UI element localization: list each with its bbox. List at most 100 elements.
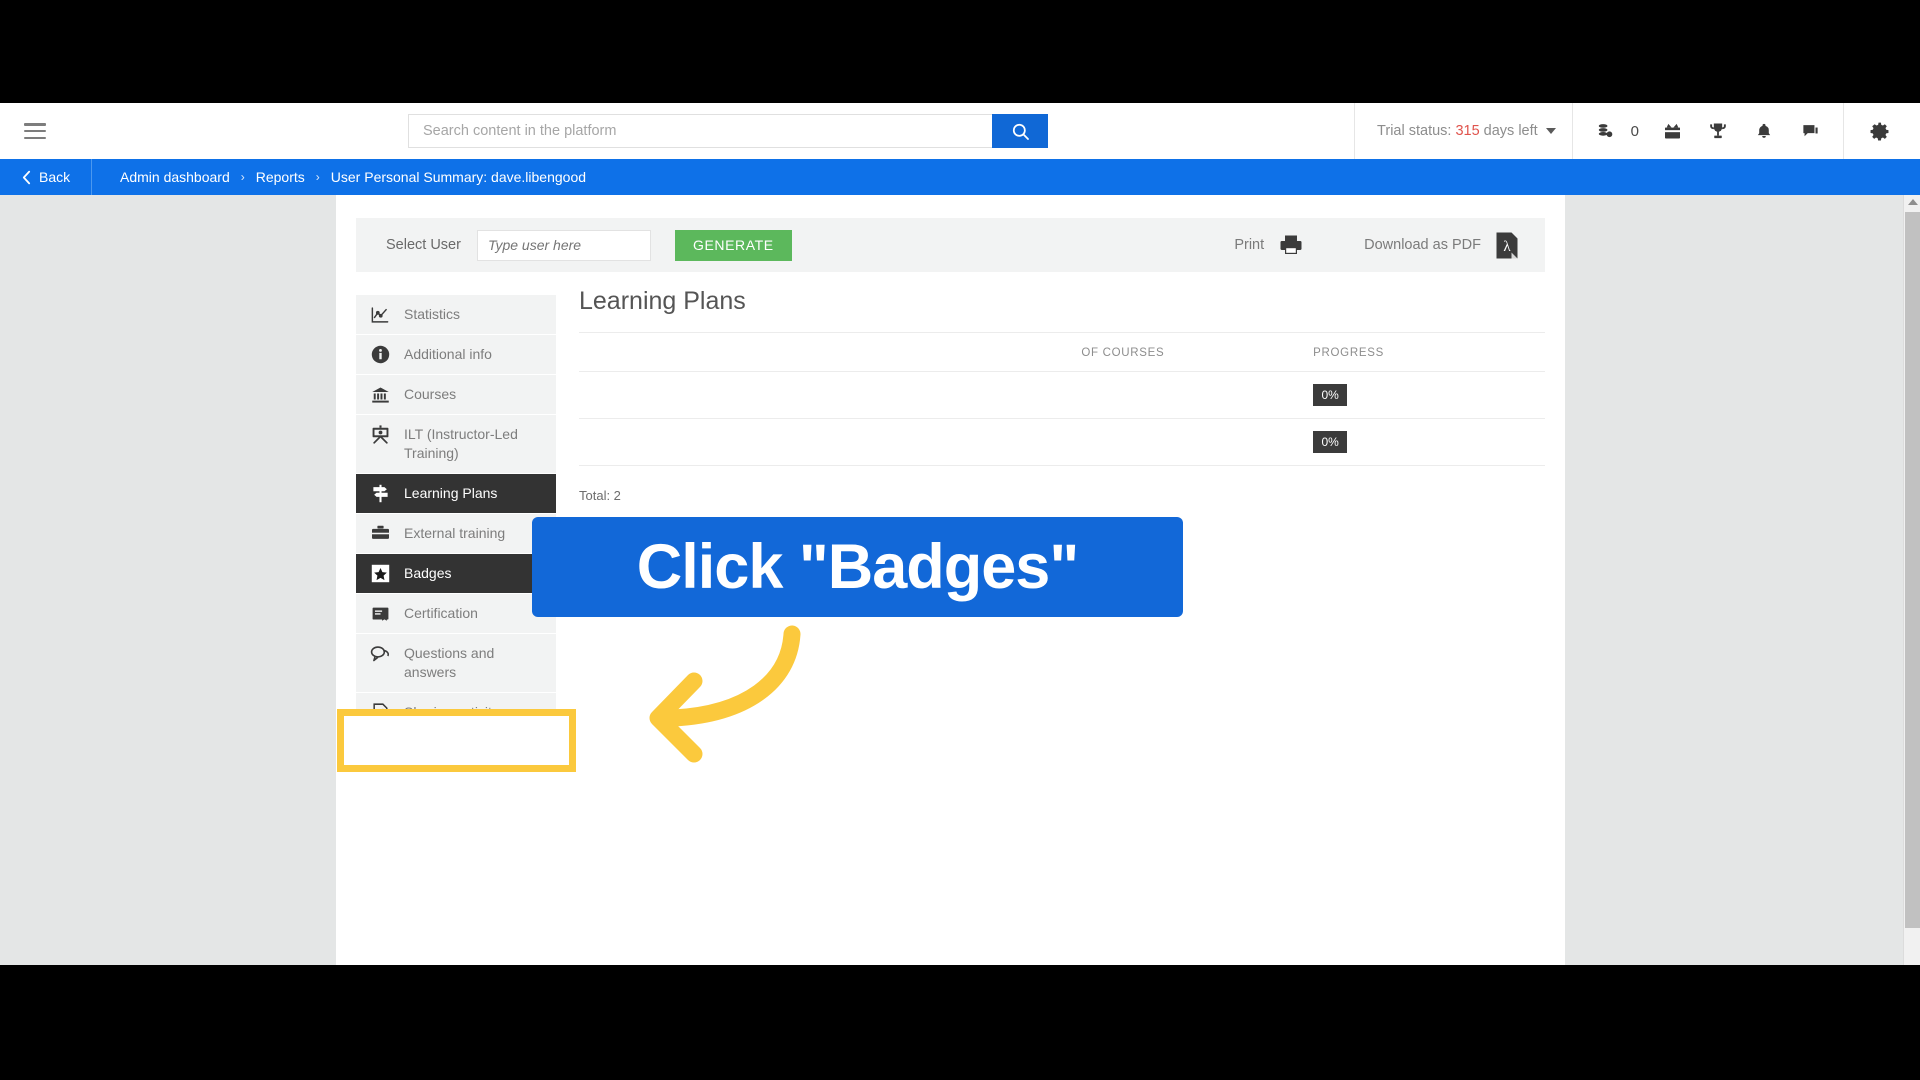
- select-user-label: Select User: [386, 237, 461, 253]
- report-toolbar: Select User GENERATE Print Dow: [356, 218, 1545, 272]
- cell-courses: [1081, 418, 1314, 466]
- settings-group: [1843, 103, 1920, 159]
- chat-icon: [1802, 124, 1818, 136]
- sidebar-item-label: Statistics: [404, 306, 461, 322]
- progress-badge: 0%: [1313, 431, 1348, 453]
- page-scrollbar[interactable]: [1903, 195, 1920, 965]
- calendar-button[interactable]: [1649, 103, 1695, 159]
- projector-icon: [370, 425, 390, 444]
- download-pdf-button[interactable]: Download as PDF λ: [1364, 232, 1519, 259]
- sidebar-item-certification[interactable]: Certification: [356, 594, 556, 634]
- messages-button[interactable]: [1787, 103, 1833, 159]
- print-button[interactable]: Print: [1234, 233, 1304, 257]
- library-icon: [370, 385, 390, 404]
- trial-prefix: Trial status:: [1377, 123, 1452, 139]
- column-header-name[interactable]: [579, 333, 1082, 372]
- sidebar-item-label: Learning Plans: [404, 485, 498, 501]
- search-button[interactable]: [992, 114, 1048, 148]
- back-label: Back: [39, 169, 71, 185]
- table-row[interactable]: 0%: [579, 418, 1545, 466]
- trial-status[interactable]: Trial status: 315 days left: [1354, 103, 1572, 159]
- calendar-icon: [1664, 123, 1680, 139]
- sidebar-item-courses[interactable]: Courses: [356, 375, 556, 415]
- total-count: Total: 2: [579, 488, 621, 503]
- tutorial-callout: Click "Badges": [532, 517, 1183, 617]
- global-search: [408, 114, 1048, 148]
- pdf-file-icon: λ: [1496, 232, 1518, 258]
- scrollbar-thumb[interactable]: [1905, 212, 1920, 928]
- trial-suffix: days left: [1483, 123, 1538, 139]
- breadcrumb-item-reports[interactable]: Reports: [256, 169, 305, 185]
- select-user-input[interactable]: [476, 229, 651, 261]
- letterbox-top: [0, 0, 1920, 103]
- application-viewport: Trial status: 315 days left 0: [0, 103, 1920, 965]
- page-body: Select User GENERATE Print Dow: [0, 195, 1920, 965]
- progress-badge: 0%: [1313, 384, 1348, 406]
- chevron-left-icon: [22, 170, 31, 184]
- print-label: Print: [1234, 237, 1265, 253]
- tutorial-highlight-box: [337, 709, 576, 772]
- trophy-button[interactable]: [1695, 103, 1741, 159]
- printer-icon: [1280, 235, 1302, 254]
- coins-count: 0: [1630, 122, 1639, 140]
- sidebar-item-ilt[interactable]: ILT (Instructor-Led Training): [356, 415, 556, 474]
- page-title: Learning Plans: [579, 287, 1545, 333]
- trial-days-count: 315: [1455, 123, 1480, 139]
- signpost-icon: [370, 484, 390, 503]
- chart-line-icon: [370, 305, 390, 324]
- speech-bubbles-icon: [370, 644, 390, 663]
- sidebar-item-label: Questions and answers: [404, 645, 495, 680]
- certificate-icon: [370, 604, 390, 623]
- star-square-icon: [370, 564, 390, 583]
- scroll-up-arrow-icon[interactable]: [1908, 199, 1918, 205]
- sidebar-item-statistics[interactable]: Statistics: [356, 295, 556, 335]
- column-header-progress[interactable]: PROGRESS: [1313, 333, 1545, 372]
- coins-icon: [1598, 123, 1613, 137]
- notifications-button[interactable]: [1741, 103, 1787, 159]
- sidebar-item-label: Courses: [404, 386, 457, 402]
- learning-plans-table: OF COURSES PROGRESS 0% 0%: [579, 333, 1545, 466]
- svg-text:λ: λ: [1503, 239, 1511, 255]
- cell-courses: [1081, 371, 1314, 419]
- sidebar-item-external-training[interactable]: External training: [356, 514, 556, 554]
- breadcrumb-item-current: User Personal Summary: dave.libengood: [330, 169, 587, 185]
- search-input[interactable]: [408, 114, 992, 148]
- sidebar-item-label: Certification: [404, 605, 478, 621]
- topbar-icon-group: 0: [1571, 103, 1843, 159]
- coins-button[interactable]: [1583, 103, 1629, 159]
- breadcrumb-separator: ›: [315, 170, 320, 184]
- trophy-icon: [1710, 123, 1726, 139]
- briefcase-icon: [370, 524, 390, 543]
- cell-name: [579, 371, 1082, 419]
- sidebar-item-learning-plans[interactable]: Learning Plans: [356, 474, 556, 514]
- column-header-courses[interactable]: OF COURSES: [1081, 333, 1314, 372]
- gear-icon: [1870, 122, 1888, 141]
- cell-progress: 0%: [1313, 418, 1545, 466]
- settings-button[interactable]: [1856, 103, 1902, 159]
- hamburger-menu-icon[interactable]: [24, 123, 46, 139]
- topbar-right-cluster: Trial status: 315 days left 0: [1354, 103, 1920, 159]
- generate-button[interactable]: GENERATE: [674, 229, 792, 261]
- cell-name: [579, 418, 1082, 466]
- search-icon: [1012, 123, 1029, 140]
- sidebar-item-additional-info[interactable]: Additional info: [356, 335, 556, 375]
- breadcrumb-separator: ›: [240, 170, 245, 184]
- table-header-row: OF COURSES PROGRESS: [579, 333, 1545, 372]
- info-circle-icon: [370, 345, 390, 364]
- sidebar-item-badges[interactable]: Badges: [356, 554, 556, 594]
- chevron-down-icon: [1545, 128, 1556, 134]
- bell-icon: [1757, 123, 1771, 138]
- breadcrumb-bar: Back Admin dashboard › Reports › User Pe…: [0, 159, 1920, 195]
- breadcrumb-item-admin-dashboard[interactable]: Admin dashboard: [120, 169, 230, 185]
- table-row[interactable]: 0%: [579, 371, 1545, 419]
- sidebar-item-label: Additional info: [404, 346, 492, 362]
- tutorial-callout-text: Click "Badges": [636, 532, 1079, 602]
- top-navigation-bar: Trial status: 315 days left 0: [0, 103, 1920, 159]
- download-pdf-label: Download as PDF: [1364, 237, 1481, 253]
- report-section-nav: Statistics Additional info Courses ILT (…: [356, 295, 556, 773]
- learning-plans-panel: Learning Plans OF COURSES PROGRESS 0% 0%…: [579, 287, 1545, 503]
- sidebar-item-questions-and-answers[interactable]: Questions and answers: [356, 634, 556, 693]
- sidebar-item-label: Badges: [404, 565, 452, 581]
- back-button[interactable]: Back: [0, 159, 92, 195]
- breadcrumb: Admin dashboard › Reports › User Persona…: [92, 169, 586, 185]
